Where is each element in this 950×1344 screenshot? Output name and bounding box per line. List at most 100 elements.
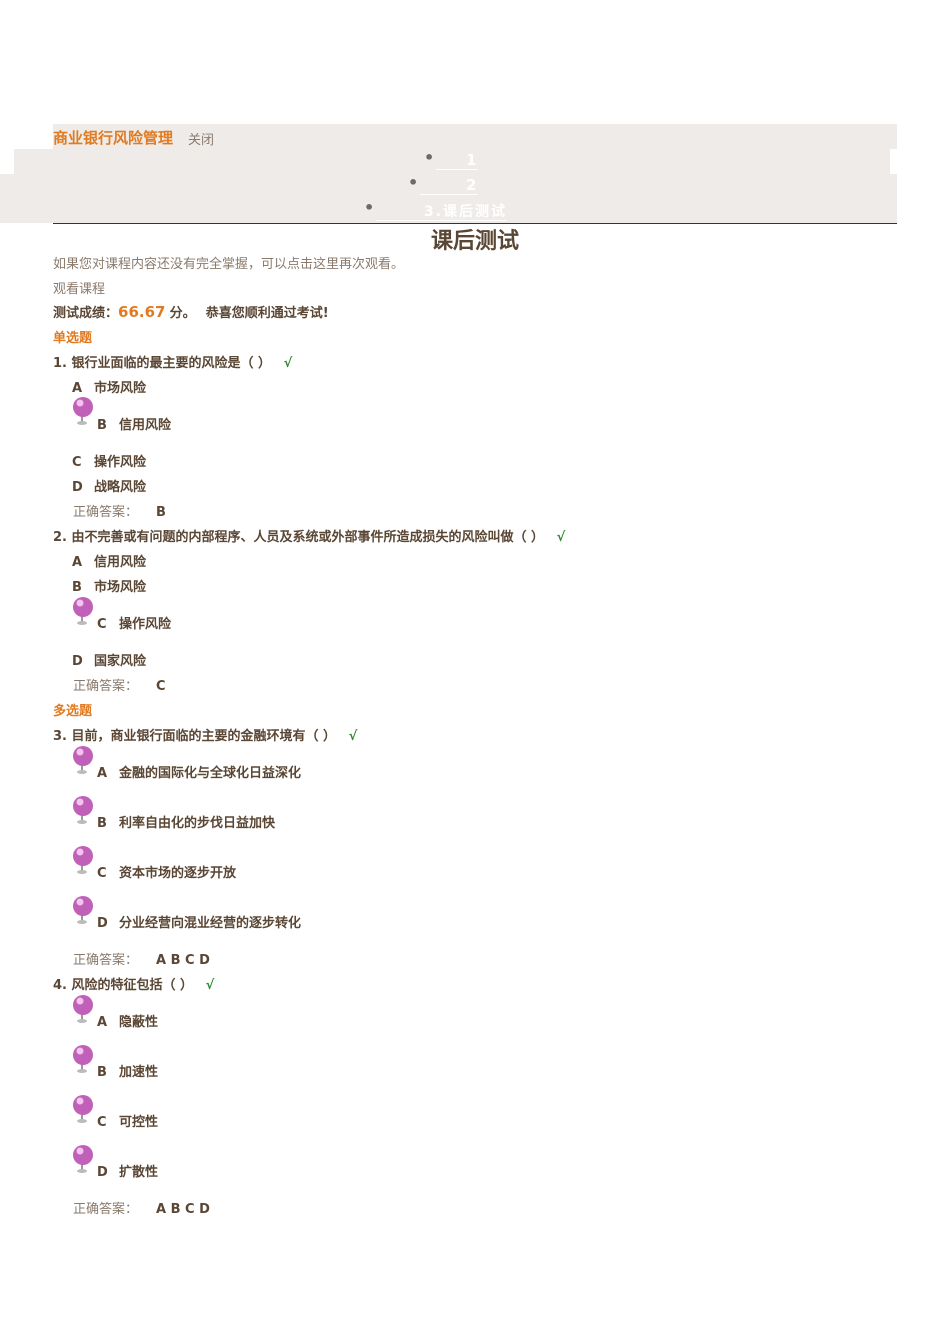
option-3c[interactable]: C 资本市场的逐步开放 <box>97 862 236 881</box>
nav-item-3[interactable]: • 3.课后测试 <box>364 198 508 221</box>
option-4d[interactable]: D 扩散性 <box>97 1161 158 1180</box>
answer-1: 正确答案： B <box>73 501 166 520</box>
option-3a[interactable]: A 金融的国际化与全球化日益深化 <box>97 762 301 781</box>
question-number: 3. <box>53 729 67 744</box>
option-letter: C <box>97 1115 107 1130</box>
checkmark-icon: √ <box>205 978 215 993</box>
page-title: 课后测试 <box>430 229 519 254</box>
score-label: 测试成绩： <box>53 306 119 321</box>
question-number: 1. <box>53 356 67 371</box>
answer-label: 正确答案： <box>73 953 139 968</box>
review-hint[interactable]: 如果您对课程内容还没有完全掌握，可以点击这里再次观看。 <box>53 253 404 272</box>
option-letter: A <box>72 555 83 570</box>
nav-item-label: 1 <box>436 151 479 170</box>
nav-item-label: 2 <box>420 176 479 195</box>
option-text: 操作风险 <box>94 455 147 470</box>
option-letter: B <box>97 816 107 831</box>
option-4a[interactable]: A 隐蔽性 <box>97 1011 158 1030</box>
option-2c[interactable]: C 操作风险 <box>97 613 171 632</box>
option-text: 利率自由化的步伐日益加快 <box>119 816 276 831</box>
option-letter: B <box>97 418 107 433</box>
pushpin-icon <box>73 1145 93 1173</box>
question-3: 3. 目前，商业银行面临的主要的金融环境有（ ） √ <box>53 725 357 744</box>
option-2d[interactable]: D 国家风险 <box>72 650 146 669</box>
option-letter: D <box>97 916 108 931</box>
option-letter: C <box>72 455 82 470</box>
option-text: 资本市场的逐步开放 <box>119 866 237 881</box>
nav-bar-left <box>0 174 53 223</box>
pushpin-icon <box>73 796 93 824</box>
option-text: 国家风险 <box>94 654 147 669</box>
score-unit: 分。 <box>169 306 196 321</box>
option-4b[interactable]: B 加速性 <box>97 1061 158 1080</box>
answer-2: 正确答案： C <box>73 675 166 694</box>
pushpin-icon <box>73 1045 93 1073</box>
option-3b[interactable]: B 利率自由化的步伐日益加快 <box>97 812 275 831</box>
question-number: 2. <box>53 530 67 545</box>
option-letter: D <box>72 654 83 669</box>
option-text: 可控性 <box>119 1115 159 1130</box>
option-1b[interactable]: B 信用风险 <box>97 414 171 433</box>
nav-notch-left <box>0 149 14 174</box>
option-3d[interactable]: D 分业经营向混业经营的逐步转化 <box>97 912 301 931</box>
answer-value: B <box>156 505 166 520</box>
checkmark-icon: √ <box>283 356 293 371</box>
option-letter: A <box>72 381 83 396</box>
section-single: 单选题 <box>53 331 93 346</box>
option-letter: C <box>97 617 107 632</box>
answer-4: 正确答案： A B C D <box>73 1198 210 1217</box>
header-bar <box>53 124 897 149</box>
answer-value: A B C D <box>156 1202 210 1217</box>
question-number: 4. <box>53 978 67 993</box>
option-letter: A <box>97 1015 108 1030</box>
bullet-icon: • <box>364 198 377 217</box>
pushpin-icon <box>73 846 93 874</box>
option-letter: A <box>97 766 108 781</box>
option-text: 金融的国际化与全球化日益深化 <box>119 766 302 781</box>
option-text: 市场风险 <box>94 381 147 396</box>
option-text: 扩散性 <box>119 1165 159 1180</box>
option-letter: D <box>97 1165 108 1180</box>
pushpin-icon <box>73 597 93 625</box>
nav-item-label: 3.课后测试 <box>376 204 508 221</box>
question-text: 风险的特征包括（ ） <box>71 978 194 993</box>
option-text: 信用风险 <box>94 555 147 570</box>
question-text: 目前，商业银行面临的主要的金融环境有（ ） <box>71 729 337 744</box>
close-link[interactable]: 关闭 <box>188 129 214 148</box>
option-1d[interactable]: D 战略风险 <box>72 476 146 495</box>
checkmark-icon: √ <box>348 729 358 744</box>
course-title[interactable]: 商业银行风险管理 <box>53 127 173 148</box>
option-letter: C <box>97 866 107 881</box>
answer-label: 正确答案： <box>73 505 139 520</box>
question-2: 2. 由不完善或有问题的内部程序、人员及系统或外部事件所造成损失的风险叫做（ ）… <box>53 526 565 545</box>
score-value: 66.67 <box>118 303 166 321</box>
question-4: 4. 风险的特征包括（ ） √ <box>53 974 214 993</box>
option-letter: B <box>97 1065 107 1080</box>
option-letter: B <box>72 580 82 595</box>
option-text: 分业经营向混业经营的逐步转化 <box>119 916 302 931</box>
pushpin-icon <box>73 896 93 924</box>
score-line: 测试成绩：66.67 分。 恭喜您顺利通过考试! <box>53 302 329 321</box>
score-message: 恭喜您顺利通过考试! <box>205 306 329 321</box>
option-2b[interactable]: B 市场风险 <box>72 576 146 595</box>
pushpin-icon <box>73 746 93 774</box>
option-2a[interactable]: A 信用风险 <box>72 551 146 570</box>
nav-item-1[interactable]: • 1 <box>424 148 479 170</box>
view-course-link[interactable]: 观看课程 <box>53 278 105 297</box>
pushpin-icon <box>73 1095 93 1123</box>
option-1c[interactable]: C 操作风险 <box>72 451 146 470</box>
option-text: 市场风险 <box>94 580 147 595</box>
answer-3: 正确答案： A B C D <box>73 949 210 968</box>
section-multi: 多选题 <box>53 704 93 719</box>
bullet-icon: • <box>408 173 421 192</box>
nav-item-2[interactable]: • 2 <box>408 173 479 195</box>
bullet-icon: • <box>424 148 437 167</box>
option-text: 加速性 <box>119 1065 159 1080</box>
option-letter: D <box>72 480 83 495</box>
option-1a[interactable]: A 市场风险 <box>72 377 146 396</box>
option-4c[interactable]: C 可控性 <box>97 1111 158 1130</box>
answer-label: 正确答案： <box>73 1202 139 1217</box>
option-text: 战略风险 <box>94 480 147 495</box>
question-text: 银行业面临的最主要的风险是（ ） <box>71 356 272 371</box>
option-text: 隐蔽性 <box>119 1015 159 1030</box>
